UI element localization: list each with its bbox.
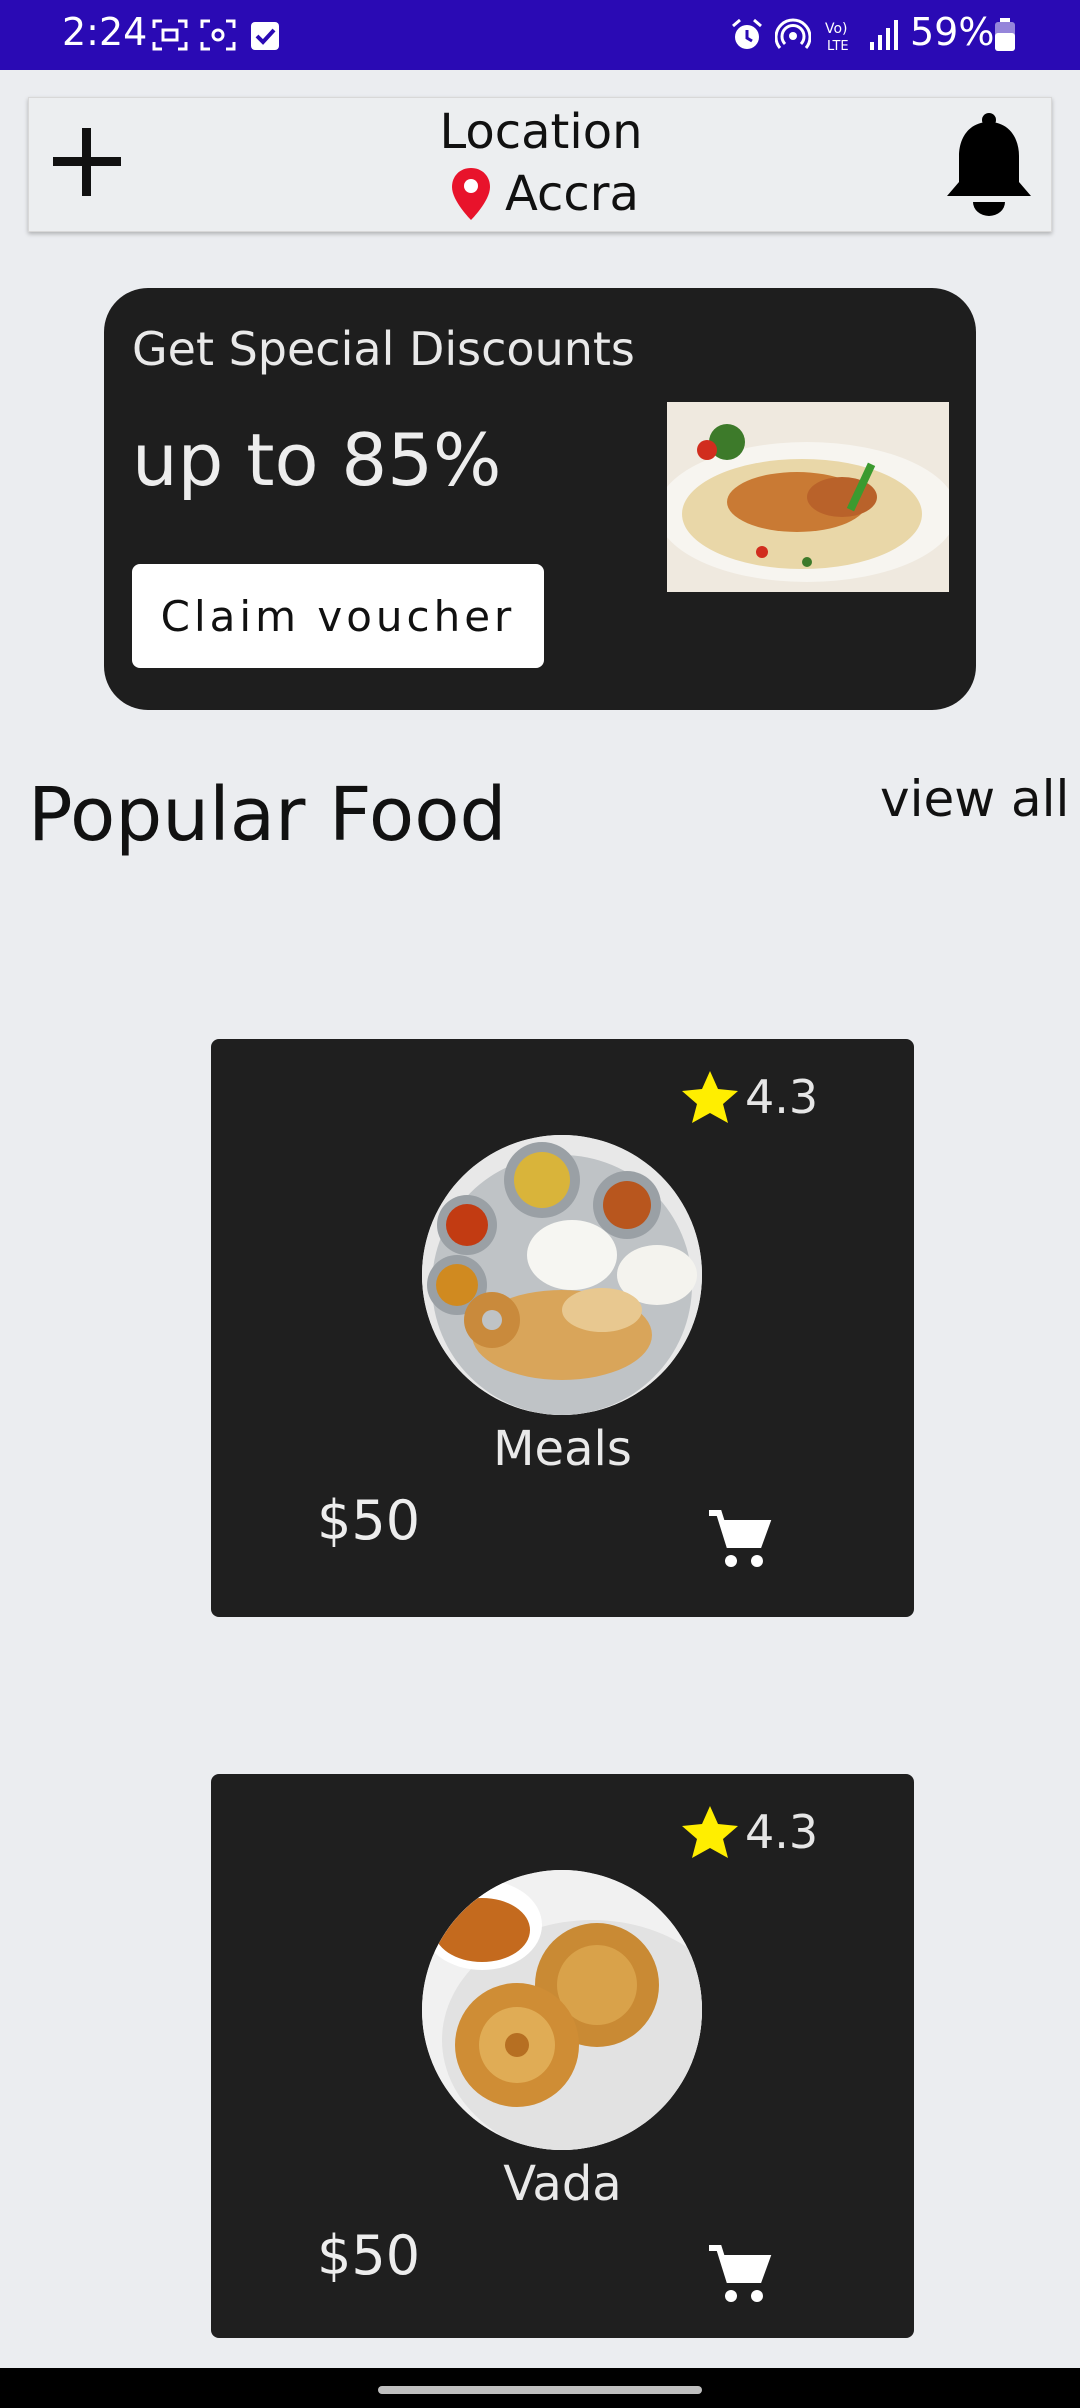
view-all-link[interactable]: view all: [880, 770, 1069, 828]
location-city: Accra: [505, 166, 639, 222]
hotspot-icon: [775, 18, 811, 49]
food-rating: 4.3: [681, 1804, 818, 1860]
task-check-icon: [251, 22, 279, 50]
popular-food-title: Popular Food: [28, 772, 507, 858]
status-time: 2:24: [62, 10, 148, 54]
home-gesture-handle[interactable]: [378, 2386, 702, 2394]
location-selector[interactable]: Accra: [449, 164, 639, 224]
claim-voucher-button[interactable]: Claim voucher: [132, 564, 544, 668]
location-header: Location Accra: [28, 97, 1052, 232]
location-title: Location: [439, 104, 643, 160]
location-pin-icon: [452, 168, 490, 220]
food-image: [422, 1870, 702, 2150]
battery-percent: 59%: [910, 10, 995, 54]
alarm-icon: [732, 18, 762, 49]
add-to-cart-icon[interactable]: [707, 1507, 773, 1573]
screen-record-icon: [152, 19, 188, 51]
food-name: Meals: [493, 1421, 632, 1477]
svg-text:Vo): Vo): [825, 21, 848, 37]
food-card[interactable]: 4.3 Vada $50: [211, 1774, 914, 2338]
promo-food-image: [667, 402, 949, 592]
signal-icon: [870, 20, 898, 50]
volte-icon: Vo) LTE: [825, 21, 849, 52]
food-price: $50: [317, 2224, 421, 2287]
status-bar: 2:24 Vo) LTE 59%: [0, 0, 1080, 70]
food-price: $50: [317, 1489, 421, 1552]
star-icon: [682, 1806, 738, 1858]
screenshot-icon: [200, 19, 236, 51]
add-to-cart-icon[interactable]: [707, 2242, 773, 2308]
food-card[interactable]: 4.3 Meals $50: [211, 1039, 914, 1617]
star-icon: [682, 1071, 738, 1123]
rating-value: 4.3: [745, 1805, 819, 1859]
battery-icon: [995, 18, 1015, 51]
food-name: Vada: [503, 2156, 622, 2212]
discount-banner: Get Special Discounts up to 85% Claim vo…: [104, 288, 976, 710]
food-rating: 4.3: [681, 1069, 818, 1125]
system-nav-bar: [0, 2368, 1080, 2408]
food-image: [422, 1135, 702, 1415]
svg-text:LTE: LTE: [827, 39, 849, 52]
promo-discount: up to 85%: [132, 418, 502, 502]
promo-title: Get Special Discounts: [132, 322, 635, 376]
rating-value: 4.3: [745, 1070, 819, 1124]
notification-bell-icon[interactable]: [943, 112, 1035, 218]
